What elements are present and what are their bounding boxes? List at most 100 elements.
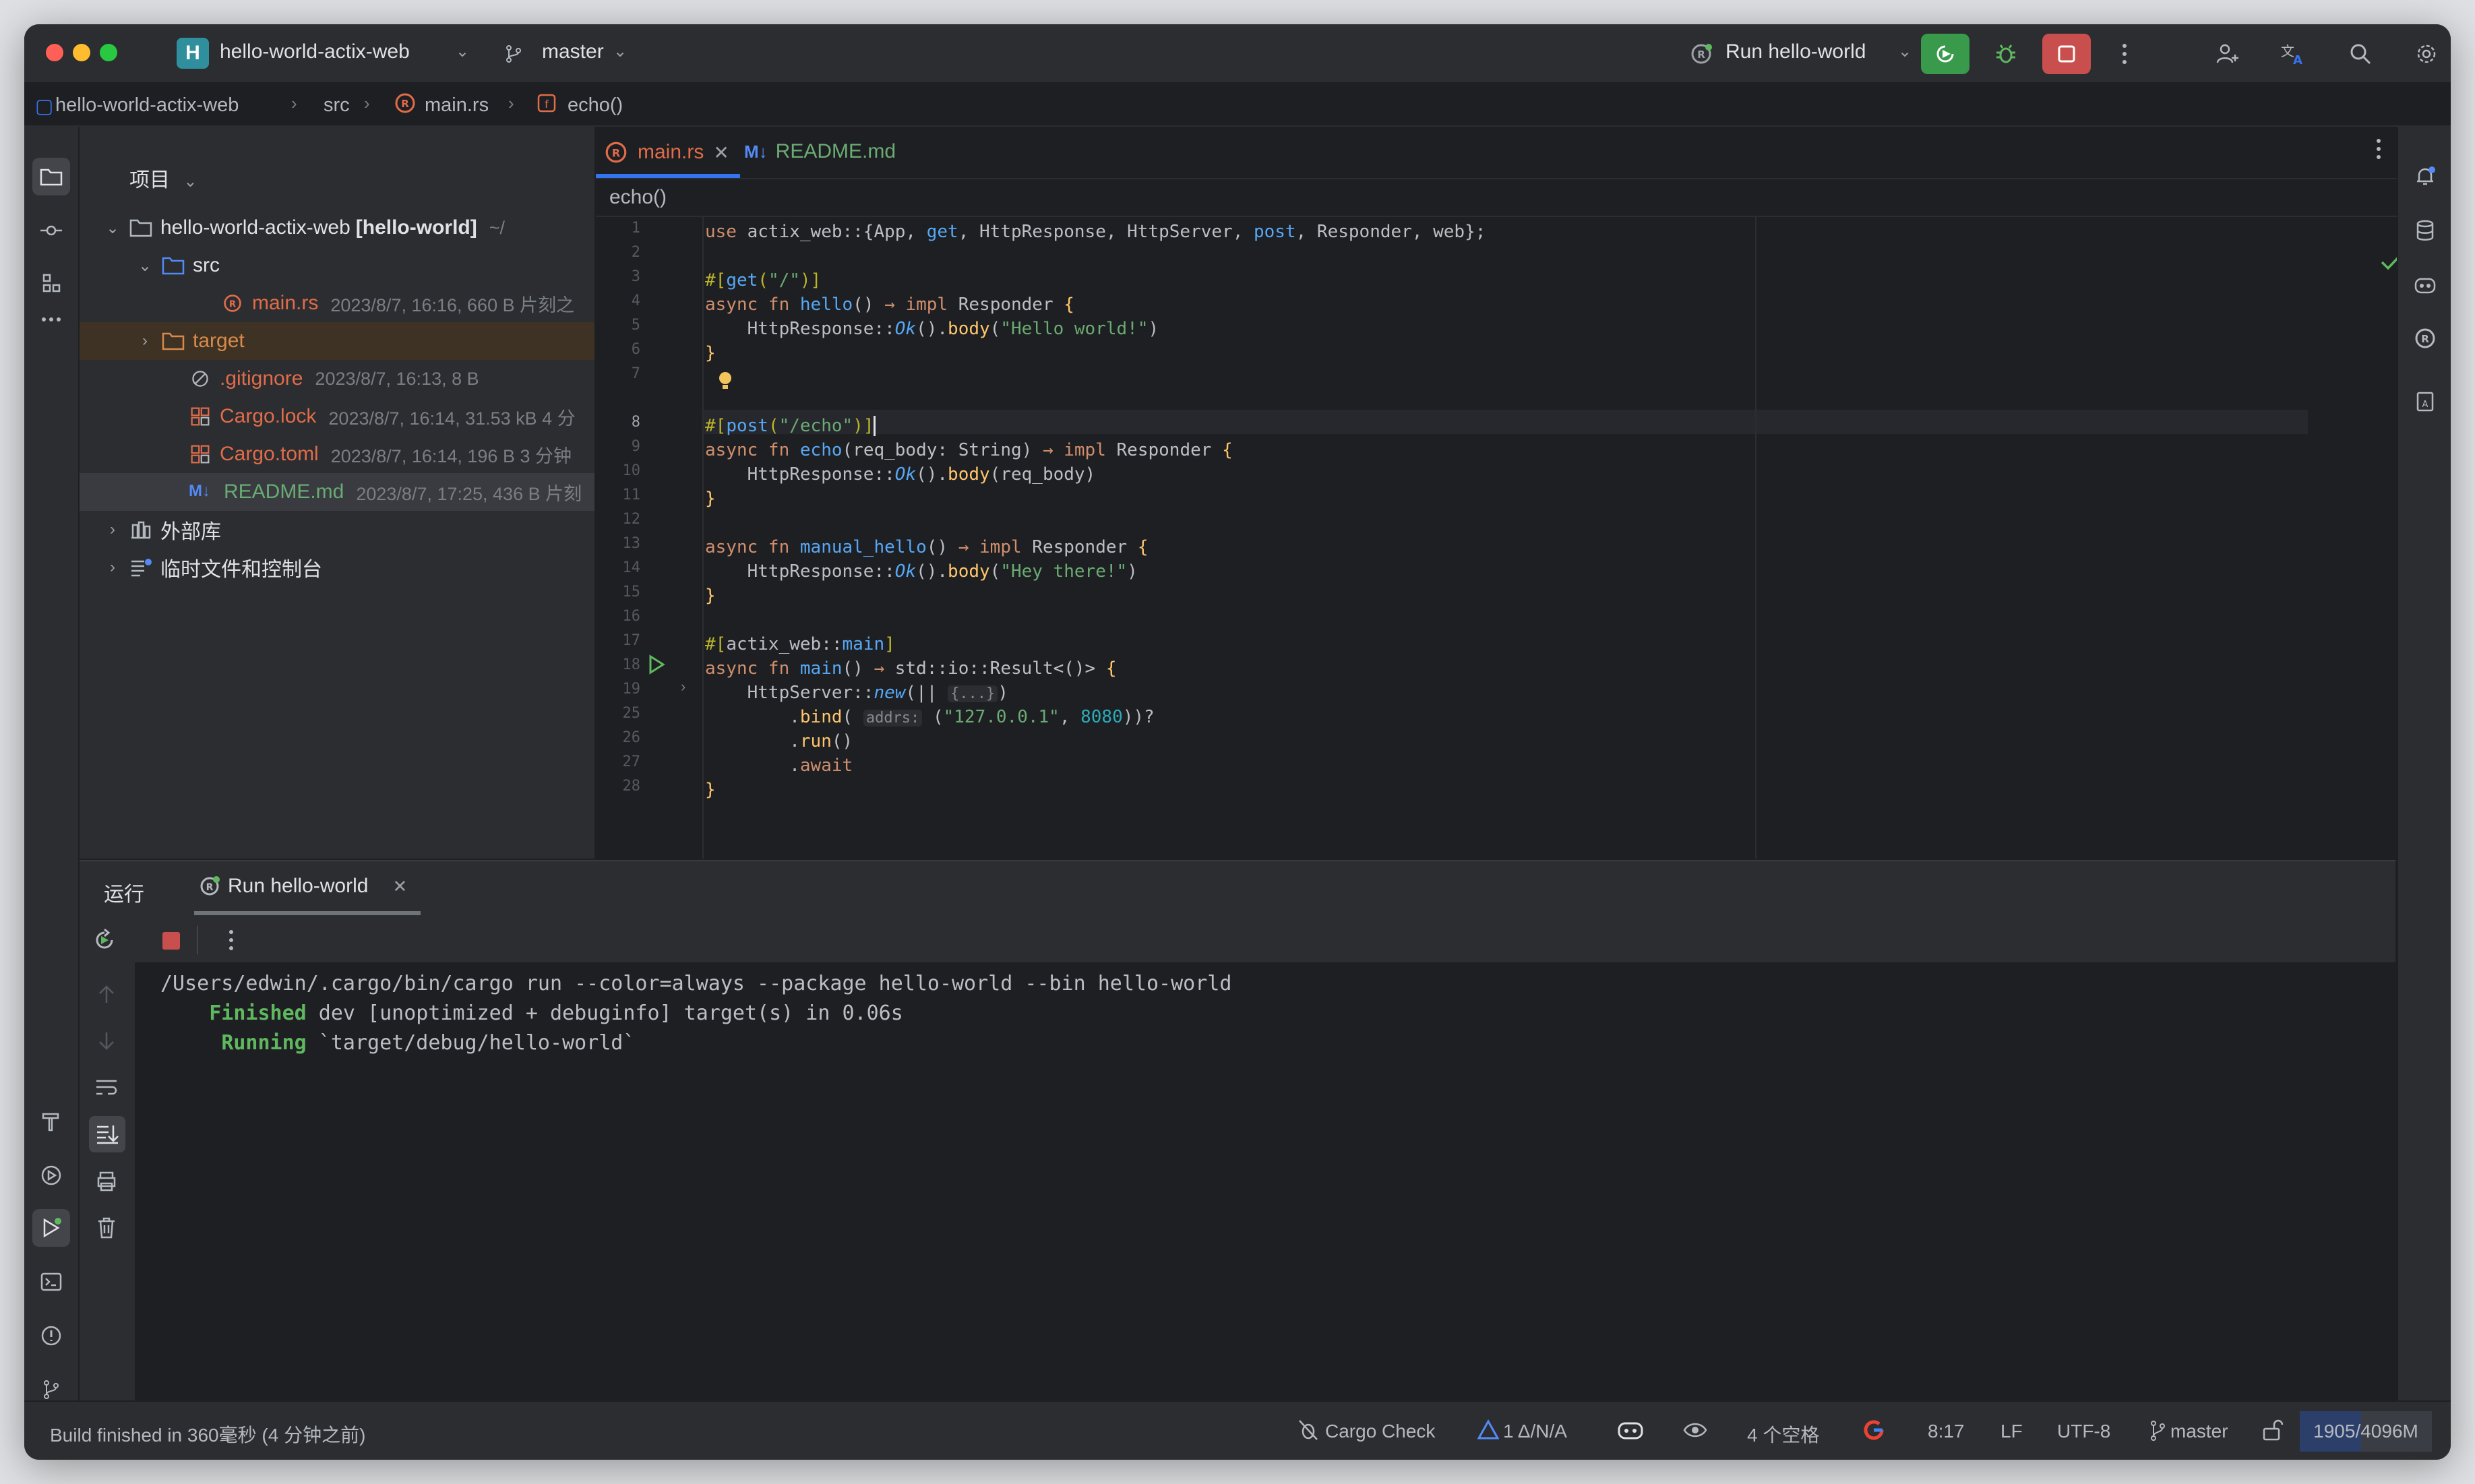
copilot-icon[interactable] <box>2406 266 2444 303</box>
commit-icon[interactable] <box>32 212 70 249</box>
tree-row-main-rs[interactable]: R main.rs 2023/8/7, 16:16, 660 B 片刻之 <box>80 284 594 322</box>
more-vertical-icon[interactable] <box>2107 36 2142 71</box>
run-tool-icon[interactable] <box>32 1209 70 1247</box>
chevron-down-icon[interactable]: ⌄ <box>135 256 155 276</box>
console-output[interactable]: /Users/edwin/.cargo/bin/cargo run --colo… <box>160 969 1231 1058</box>
close-icon[interactable]: ✕ <box>713 142 729 164</box>
status-message[interactable]: Build finished in 360毫秒 (4 分钟之前) <box>50 1421 365 1448</box>
project-folder-icon[interactable] <box>32 158 70 195</box>
svg-text:A: A <box>2293 53 2302 67</box>
problems-widget[interactable]: 1 Δ/N/A <box>1503 1421 1567 1442</box>
branch-switcher[interactable]: master <box>542 40 604 63</box>
fold-chevron-icon[interactable]: › <box>681 678 685 695</box>
tree-row-scratches[interactable]: › 临时文件和控制台 <box>80 549 594 586</box>
terminal-icon[interactable] <box>32 1263 70 1301</box>
tree-row-src[interactable]: ⌄ src <box>80 247 594 284</box>
line-separator[interactable]: LF <box>2000 1421 2023 1442</box>
run-tab[interactable]: R Run hello-world ✕ <box>198 875 407 898</box>
ignore-file-icon <box>192 371 208 387</box>
rerun-button[interactable] <box>1921 34 1969 74</box>
chevron-down-icon[interactable]: ⌄ <box>183 173 197 191</box>
ai-assistant-icon[interactable]: A <box>2406 383 2444 421</box>
rust-icon[interactable]: R <box>2406 319 2444 357</box>
project-switcher[interactable]: hello-world-actix-web <box>220 40 410 63</box>
trash-icon[interactable] <box>96 1216 117 1240</box>
chevron-down-icon[interactable]: ⌄ <box>456 42 469 61</box>
print-icon[interactable] <box>94 1170 119 1193</box>
project-badge[interactable]: H <box>177 38 209 69</box>
panel-title[interactable]: 项目 ⌄ <box>129 163 197 193</box>
more-horizontal-icon[interactable] <box>32 301 70 338</box>
add-user-icon[interactable] <box>2209 36 2244 71</box>
tab-main-rs[interactable]: R main.rs ✕ <box>604 140 729 164</box>
minimize-window-button[interactable] <box>73 44 90 61</box>
scroll-to-end-button[interactable] <box>89 1116 125 1152</box>
zoom-window-button[interactable] <box>100 44 117 61</box>
translate-icon[interactable]: 文A <box>2275 36 2311 71</box>
tree-row-target[interactable]: › target <box>80 322 594 360</box>
run-config-selector[interactable]: Run hello-world <box>1725 40 1866 63</box>
run-gutter-icon[interactable] <box>647 654 666 675</box>
copilot-status-icon[interactable] <box>1616 1418 1645 1442</box>
database-icon[interactable] <box>2406 212 2444 249</box>
line-number: 5 <box>631 317 640 334</box>
lightbulb-icon[interactable] <box>716 369 735 392</box>
chevron-right-icon[interactable]: › <box>102 558 123 577</box>
rerun-icon[interactable] <box>92 927 117 953</box>
gear-icon[interactable] <box>2409 36 2444 71</box>
code-line: } <box>705 780 716 800</box>
problems-icon[interactable] <box>32 1317 70 1355</box>
memory-indicator[interactable]: 1905/4096M <box>2300 1411 2432 1452</box>
line-number: 7 <box>631 365 640 382</box>
search-icon[interactable] <box>2343 36 2378 71</box>
tree-row-external-libs[interactable]: › 外部库 <box>80 511 594 549</box>
more-vertical-icon[interactable] <box>2375 137 2382 166</box>
tab-readme[interactable]: M↓ README.md <box>744 140 896 163</box>
line-number: 18 <box>622 656 641 673</box>
build-hammer-icon[interactable] <box>32 1103 70 1140</box>
close-window-button[interactable] <box>46 44 63 61</box>
tree-row-cargo-lock[interactable]: Cargo.lock 2023/8/7, 16:14, 31.53 kB 4 分 <box>80 398 594 435</box>
lock-open-icon[interactable] <box>2261 1418 2285 1442</box>
stop-button[interactable] <box>2042 34 2091 74</box>
breadcrumb-item[interactable]: src <box>324 94 350 117</box>
caret-position[interactable]: 8:17 <box>1928 1421 1965 1442</box>
more-vertical-icon[interactable] <box>228 929 235 952</box>
soft-wrap-icon[interactable] <box>94 1076 119 1099</box>
stop-icon[interactable] <box>160 930 182 952</box>
markdown-file-icon: M↓ <box>744 141 768 162</box>
tree-row-cargo-toml[interactable]: Cargo.toml 2023/8/7, 16:14, 196 B 3 分钟 <box>80 435 594 473</box>
console-text: `target/debug/hello-world` <box>306 1031 636 1055</box>
chevron-down-icon[interactable]: ⌄ <box>1898 42 1912 61</box>
breadcrumb-item[interactable]: echo() <box>568 94 623 117</box>
function-crumb-bar: echo() <box>596 179 2418 217</box>
breadcrumb-item[interactable]: main.rs <box>425 94 489 117</box>
function-crumb[interactable]: echo() <box>609 186 667 209</box>
structure-icon[interactable] <box>32 264 70 302</box>
tree-row-readme[interactable]: M↓ README.md 2023/8/7, 17:25, 436 B 片刻 <box>80 473 594 511</box>
chevron-down-icon[interactable]: ⌄ <box>613 42 627 61</box>
branch-icon[interactable] <box>496 36 531 71</box>
breadcrumb-item[interactable]: hello-world-actix-web <box>55 94 239 117</box>
chevron-down-icon[interactable]: ⌄ <box>102 218 123 238</box>
close-icon[interactable]: ✕ <box>392 876 407 897</box>
tree-row-project-root[interactable]: ⌄ hello-world-actix-web [hello-world] ~/ <box>80 209 594 247</box>
chevron-right-icon[interactable]: › <box>102 520 123 539</box>
indent-widget[interactable]: 4 个空格 <box>1747 1421 1819 1448</box>
debug-bug-icon[interactable] <box>1988 36 2023 71</box>
breadcrumb: ▢ hello-world-actix-web › src › R main.r… <box>24 84 2451 127</box>
scroll-up-icon[interactable] <box>96 983 117 1006</box>
chevron-right-icon[interactable]: › <box>135 332 155 350</box>
tree-label: Cargo.lock <box>220 405 317 427</box>
tree-row-gitignore[interactable]: .gitignore 2023/8/7, 16:13, 8 B <box>80 360 594 398</box>
vcs-branch[interactable]: master <box>2170 1421 2228 1442</box>
google-icon[interactable] <box>1862 1418 1886 1442</box>
eye-icon[interactable] <box>1682 1419 1708 1441</box>
scroll-down-icon[interactable] <box>96 1030 117 1053</box>
line-number: 17 <box>622 632 641 649</box>
cargo-check-widget[interactable]: Cargo Check <box>1325 1421 1435 1442</box>
notifications-bell-icon[interactable] <box>2406 158 2444 195</box>
code-line: .bind( addrs: ("127.0.0.1", 8080))? <box>705 707 1155 727</box>
services-icon[interactable] <box>32 1156 70 1194</box>
file-encoding[interactable]: UTF-8 <box>2057 1421 2110 1442</box>
